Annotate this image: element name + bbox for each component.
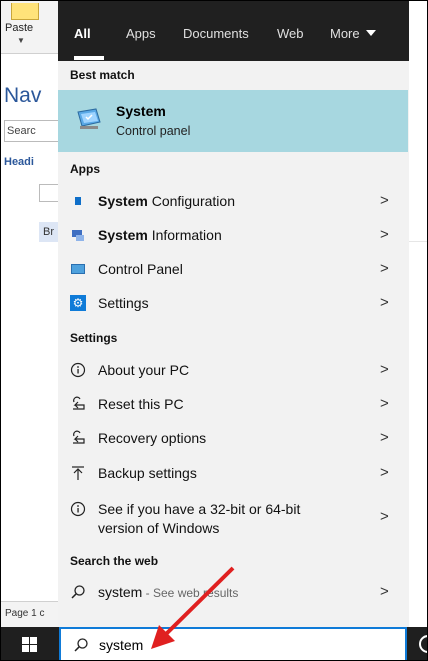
- navigation-title: Nav: [4, 84, 42, 107]
- setting-result-recovery-options[interactable]: Recovery options >: [58, 421, 409, 455]
- reset-icon: [70, 396, 86, 412]
- tab-more-label: More: [330, 26, 360, 41]
- tab-apps[interactable]: Apps: [126, 1, 156, 61]
- search-input[interactable]: [99, 629, 379, 660]
- chevron-right-icon[interactable]: >: [380, 395, 389, 412]
- search-filter-tabs: All Apps Documents Web More: [58, 1, 409, 61]
- search-icon: [70, 584, 86, 600]
- screenshot-frame: Paste ▼ Nav Searc Headi Br Page 1 c All …: [0, 0, 428, 661]
- app-result-settings[interactable]: ⚙ Settings >: [58, 286, 409, 320]
- taskbar-search-box[interactable]: [59, 627, 407, 660]
- setting-result-label: Recovery options: [98, 430, 207, 446]
- chevron-right-icon[interactable]: >: [380, 294, 389, 311]
- taskbar: [1, 627, 427, 660]
- start-button[interactable]: [1, 627, 58, 660]
- setting-result-label-line1: See if you have a 32-bit or 64-bit: [98, 501, 301, 517]
- section-search-the-web: Search the web: [70, 554, 159, 568]
- app-result-label: Settings: [98, 295, 149, 311]
- app-result-label: System Information: [98, 227, 222, 243]
- system-configuration-icon: [70, 193, 86, 209]
- setting-result-label: Reset this PC: [98, 396, 184, 412]
- chevron-right-icon[interactable]: >: [380, 192, 389, 209]
- chevron-right-icon[interactable]: >: [380, 429, 389, 446]
- best-match-subtitle: Control panel: [116, 124, 191, 138]
- windows-logo-icon: [22, 637, 37, 652]
- app-result-control-panel[interactable]: Control Panel >: [58, 252, 409, 286]
- active-tab-indicator: [74, 56, 104, 60]
- app-result-system-information[interactable]: System Information >: [58, 218, 409, 252]
- setting-result-32-64-bit[interactable]: See if you have a 32-bit or 64-bit versi…: [58, 496, 409, 542]
- app-result-label: System Configuration: [98, 193, 235, 209]
- chevron-right-icon[interactable]: >: [380, 361, 389, 378]
- navigation-headings-tab[interactable]: Headi: [4, 156, 34, 168]
- paste-icon[interactable]: [11, 3, 39, 20]
- status-page-count: Page 1 c: [1, 601, 62, 628]
- chevron-down-icon: [365, 29, 376, 36]
- best-match-system[interactable]: System Control panel: [58, 90, 408, 152]
- setting-result-reset-pc[interactable]: Reset this PC >: [58, 387, 409, 421]
- tab-more[interactable]: More: [330, 1, 376, 61]
- backup-upload-icon: [70, 465, 86, 481]
- chevron-right-icon[interactable]: >: [380, 260, 389, 277]
- start-search-panel: All Apps Documents Web More Best match S…: [58, 1, 409, 627]
- section-settings: Settings: [70, 331, 118, 345]
- info-icon: [70, 501, 86, 517]
- setting-result-label-line2: version of Windows: [98, 520, 220, 536]
- chevron-right-icon[interactable]: >: [380, 583, 389, 600]
- tab-web[interactable]: Web: [277, 1, 304, 61]
- web-result-system[interactable]: system - See web results >: [58, 575, 409, 609]
- recovery-icon: [70, 430, 86, 446]
- tab-documents[interactable]: Documents: [183, 1, 249, 61]
- setting-result-about-pc[interactable]: About your PC >: [58, 353, 409, 387]
- setting-result-label: About your PC: [98, 362, 190, 378]
- setting-result-backup-settings[interactable]: Backup settings >: [58, 456, 409, 490]
- tab-all[interactable]: All: [74, 1, 91, 61]
- system-monitor-icon: [76, 108, 102, 133]
- chevron-right-icon[interactable]: >: [380, 508, 389, 525]
- app-result-label: Control Panel: [98, 261, 183, 277]
- app-result-system-configuration[interactable]: System Configuration >: [58, 184, 409, 218]
- word-document-edge: [409, 1, 427, 627]
- word-ribbon-left: Paste ▼ Nav Searc Headi Br Page 1 c: [1, 1, 68, 628]
- info-icon: [70, 362, 86, 378]
- cortana-icon[interactable]: [419, 635, 427, 653]
- search-icon: [73, 637, 89, 656]
- web-result-label: system - See web results: [98, 584, 239, 600]
- divider: [409, 241, 427, 242]
- paste-button-label[interactable]: Paste: [5, 22, 33, 34]
- section-best-match: Best match: [70, 68, 135, 82]
- chevron-right-icon[interactable]: >: [380, 464, 389, 481]
- control-panel-icon: [70, 261, 86, 277]
- best-match-title: System: [116, 103, 166, 119]
- paste-dropdown-icon[interactable]: ▼: [17, 36, 25, 45]
- section-apps: Apps: [70, 162, 100, 176]
- chevron-right-icon[interactable]: >: [380, 226, 389, 243]
- setting-result-label: Backup settings: [98, 465, 197, 481]
- system-information-icon: [70, 227, 86, 243]
- navigation-pane: Nav Searc Headi Br: [1, 53, 68, 628]
- settings-gear-icon: ⚙: [70, 295, 86, 311]
